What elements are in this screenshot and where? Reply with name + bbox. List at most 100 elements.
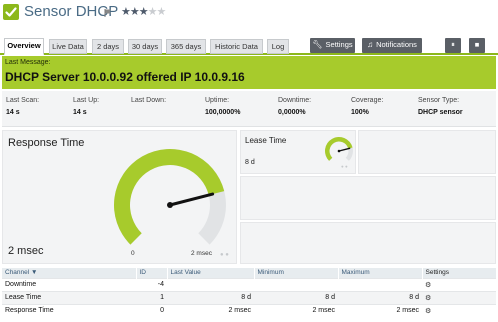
priority-stars[interactable]: ★★★★★ — [121, 5, 167, 18]
lease-time-gauge-needle — [338, 147, 351, 152]
gear-icon[interactable]: ⚙︎ — [425, 308, 431, 315]
gear-icon[interactable]: ⚙︎ — [425, 295, 431, 302]
stat-label: Coverage: — [351, 97, 384, 104]
column-header-id[interactable]: ID — [136, 268, 168, 278]
star-filled-icon[interactable]: ★ — [139, 6, 149, 18]
stat-value: 0,0000% — [278, 109, 306, 116]
tab-30-days[interactable]: 30 days — [128, 39, 162, 54]
column-header-channel[interactable]: Channel ▼ — [2, 268, 137, 278]
stat-downtime: Downtime: 0,0000% — [278, 97, 311, 116]
delete-icon: ■ — [474, 40, 480, 49]
column-header-last-value[interactable]: Last Value — [167, 268, 255, 278]
star-empty-icon[interactable]: ★ — [148, 6, 158, 18]
notifications-button-label: Notifications — [376, 40, 417, 49]
star-filled-icon[interactable]: ★ — [130, 6, 140, 18]
lease-time-dots-icon: ● ● — [341, 164, 348, 169]
table-header-row: Channel ▼ ID Last Value Minimum Maximum … — [2, 268, 497, 278]
stat-value: 14 s — [73, 109, 87, 116]
stat-label: Last Down: — [131, 97, 167, 104]
table-row[interactable]: Downtime -4 ⚙︎ — [2, 277, 496, 291]
table-row[interactable]: Response Time 0 2 msec 2 msec 2 msec ⚙︎ — [2, 303, 496, 317]
cell-id: 0 — [136, 303, 167, 317]
cell-settings: ⚙︎ — [422, 303, 496, 317]
settings-button-label: Settings — [325, 40, 353, 49]
pause-icon: ⏸︎ — [451, 40, 455, 49]
response-time-gauge-needle — [168, 192, 215, 207]
star-filled-icon[interactable]: ★ — [121, 6, 131, 18]
empty-panel-3 — [240, 222, 496, 264]
stat-last-down: Last Down: — [131, 97, 166, 109]
stat-last-up: Last Up: 14 s — [73, 97, 99, 116]
stat-coverage: Coverage: 100% — [351, 97, 383, 116]
empty-panel-1 — [358, 130, 496, 174]
cell-minimum — [254, 277, 338, 291]
channel-table: Channel ▼ ID Last Value Minimum Maximum … — [2, 268, 497, 317]
flag-icon[interactable] — [103, 8, 113, 18]
star-empty-icon[interactable]: ★ — [157, 6, 167, 18]
settings-button[interactable]: 🔧︎ Settings — [310, 38, 355, 53]
response-time-gauge-hub — [167, 202, 173, 208]
lease-time-gauge-hub — [337, 149, 341, 153]
stat-label: Last Up: — [73, 97, 100, 104]
lease-time-gauge — [325, 137, 353, 161]
empty-panel-2 — [240, 176, 496, 220]
bell-icon: ♫ — [367, 40, 374, 49]
notifications-button[interactable]: ♫ Notifications — [362, 38, 422, 53]
stat-value: 14 s — [6, 109, 20, 116]
stat-uptime: Uptime: 100,0000% — [205, 97, 240, 116]
tab-historic-data[interactable]: Historic Data — [210, 39, 263, 54]
tab-2-days[interactable]: 2 days — [92, 39, 124, 54]
lease-time-value: 8 d — [245, 159, 255, 166]
response-time-gauge-panel[interactable]: Response Time 0 2 msec ● ● 2 msec — [2, 130, 237, 264]
response-time-min-label: 0 — [131, 250, 135, 257]
lease-time-gauge-panel[interactable]: Lease Time ● ● 8 d — [240, 130, 356, 174]
table-row[interactable]: Lease Time 1 8 d 8 d 8 d ⚙︎ — [2, 290, 496, 304]
cell-maximum — [338, 277, 422, 291]
last-message-label: Last Message: — [5, 59, 51, 66]
sensor-stats: Last Scan: 14 s Last Up: 14 s Last Down:… — [2, 91, 496, 127]
stat-last-scan: Last Scan: 14 s — [6, 97, 39, 116]
sort-down-icon: ▼ — [31, 269, 38, 277]
response-time-dots-icon: ● ● — [220, 252, 229, 258]
cell-channel[interactable]: Downtime — [2, 277, 136, 291]
cell-last-value: 8 d — [167, 290, 254, 304]
cell-settings: ⚙︎ — [422, 277, 496, 291]
response-time-max-label: 2 msec — [191, 250, 212, 257]
stat-value: 100% — [351, 109, 369, 116]
delete-button[interactable]: ■ — [469, 38, 485, 53]
stat-value: 100,0000% — [205, 109, 241, 116]
stat-label: Sensor Type: — [418, 97, 460, 104]
cell-maximum: 8 d — [338, 290, 422, 304]
cell-settings: ⚙︎ — [422, 290, 496, 304]
cell-maximum: 2 msec — [338, 303, 422, 317]
sensor-header: Sensor DHCP ★★★★★ — [0, 0, 498, 30]
column-header-settings: Settings — [422, 268, 497, 278]
tab-365-days[interactable]: 365 days — [166, 39, 206, 54]
column-header-channel-label: Channel — [5, 269, 30, 277]
stat-value: DHCP sensor — [418, 109, 463, 116]
cell-minimum: 8 d — [254, 290, 338, 304]
tab-overview[interactable]: Overview — [4, 38, 44, 55]
cell-channel[interactable]: Response Time — [2, 303, 136, 317]
stat-label: Last Scan: — [6, 97, 40, 104]
response-time-value: 2 msec — [8, 245, 44, 257]
pause-button[interactable]: ⏸︎ — [445, 38, 461, 53]
cell-minimum: 2 msec — [254, 303, 338, 317]
status-ok-check-icon — [3, 4, 19, 20]
gear-icon[interactable]: ⚙︎ — [425, 282, 431, 289]
stat-label: Downtime: — [278, 97, 312, 104]
wrench-icon: 🔧︎ — [312, 40, 323, 49]
tab-log[interactable]: Log — [267, 39, 289, 54]
tab-live-data[interactable]: Live Data — [49, 39, 87, 54]
cell-last-value — [167, 277, 254, 291]
tab-bar: Overview Live Data 2 days 30 days 365 da… — [0, 36, 498, 55]
cell-id: 1 — [136, 290, 167, 304]
column-header-minimum[interactable]: Minimum — [254, 268, 339, 278]
cell-last-value: 2 msec — [167, 303, 254, 317]
last-message-bar: Last Message: DHCP Server 10.0.0.92 offe… — [2, 56, 496, 89]
cell-channel[interactable]: Lease Time — [2, 290, 136, 304]
last-message-text: DHCP Server 10.0.0.92 offered IP 10.0.9.… — [5, 70, 245, 84]
stat-sensor-type: Sensor Type: DHCP sensor — [418, 97, 463, 116]
stat-label: Uptime: — [205, 97, 230, 104]
column-header-maximum[interactable]: Maximum — [338, 268, 423, 278]
